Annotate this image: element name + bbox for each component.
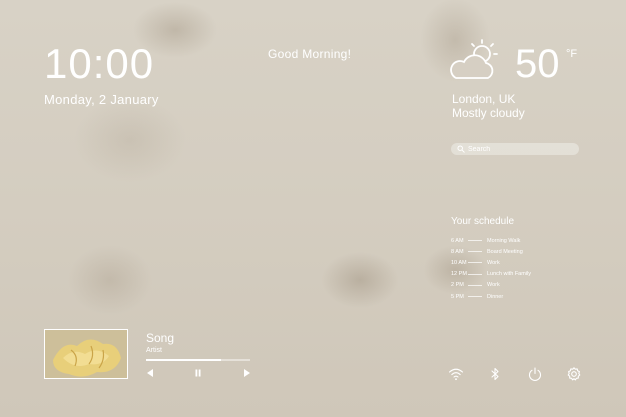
album-art-image [45, 330, 127, 378]
pause-icon[interactable] [193, 368, 203, 378]
previous-icon[interactable] [145, 368, 155, 378]
schedule-list: 6 AM Morning Walk 8 AM Board Meeting 10 … [451, 235, 571, 302]
schedule-divider [468, 251, 482, 253]
schedule-divider [468, 273, 482, 275]
song-artist: Artist [146, 347, 162, 354]
schedule-event: Morning Walk [487, 237, 521, 244]
schedule-item: 12 PM Lunch with Family [451, 269, 571, 280]
temperature-unit: °F [566, 48, 578, 60]
schedule-divider [468, 296, 482, 298]
schedule-divider [468, 284, 482, 286]
partly-cloudy-icon [450, 39, 498, 79]
temperature-value: 50 [515, 42, 560, 86]
weather-location: London, UK [452, 92, 516, 106]
schedule-divider [468, 262, 482, 264]
schedule-event: Work [487, 282, 500, 289]
schedule-time: 8 AM [451, 248, 464, 255]
schedule-event: Dinner [487, 293, 504, 300]
album-art[interactable] [44, 329, 128, 379]
schedule-event: Board Meeting [487, 248, 523, 255]
power-icon[interactable] [527, 366, 543, 382]
clock-time: 10:00 [44, 40, 155, 87]
greeting-text: Good Morning! [268, 47, 352, 61]
schedule-item: 5 PM Dinner [451, 291, 571, 302]
search-bar[interactable] [451, 143, 579, 155]
schedule-item: 8 AM Board Meeting [451, 246, 571, 257]
next-icon[interactable] [242, 368, 252, 378]
schedule-item: 10 AM Work [451, 257, 571, 268]
bluetooth-icon[interactable] [487, 366, 503, 382]
schedule-title: Your schedule [451, 216, 515, 227]
playback-progress-bar[interactable] [146, 359, 250, 361]
schedule-divider [468, 240, 482, 242]
schedule-time: 10 AM [451, 259, 467, 266]
settings-icon[interactable] [566, 366, 582, 382]
search-icon [457, 145, 465, 153]
schedule-event: Work [487, 259, 500, 266]
schedule-time: 6 AM [451, 237, 464, 244]
weather-condition: Mostly cloudy [452, 106, 525, 120]
schedule-item: 6 AM Morning Walk [451, 235, 571, 246]
search-input[interactable] [468, 145, 568, 153]
schedule-event: Lunch with Family [487, 271, 532, 278]
clock-date: Monday, 2 January [44, 92, 159, 107]
schedule-time: 5 PM [451, 293, 464, 300]
schedule-item: 2 PM Work [451, 280, 571, 291]
song-title: Song [146, 331, 175, 345]
playback-progress-fill [146, 359, 221, 361]
schedule-time: 12 PM [451, 271, 467, 278]
schedule-time: 2 PM [451, 282, 464, 289]
wifi-icon[interactable] [448, 366, 464, 382]
desktop-screen: 10:00 Monday, 2 January Good Morning! 50… [0, 0, 626, 417]
